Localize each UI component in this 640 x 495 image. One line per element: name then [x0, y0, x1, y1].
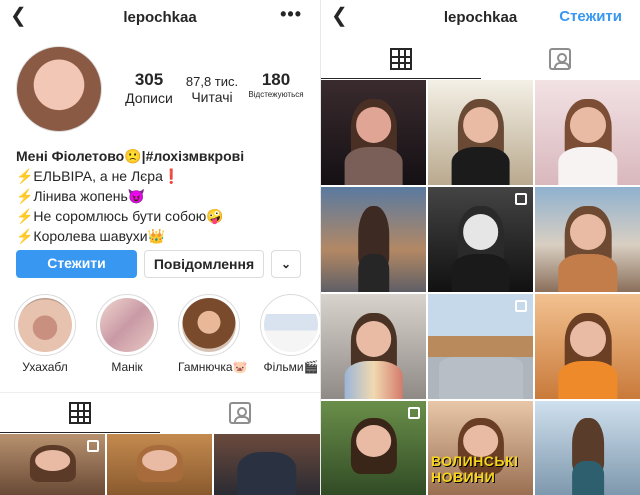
highlight-label: Ухахабл [22, 360, 68, 374]
post-thumbnail[interactable] [0, 434, 105, 495]
multiple-photos-icon [408, 407, 420, 419]
multiple-photos-icon [515, 193, 527, 205]
post-thumbnail[interactable] [535, 401, 640, 495]
post-thumbnail[interactable] [535, 187, 640, 292]
follow-button[interactable]: Стежити [16, 250, 137, 278]
suggestions-dropdown-button[interactable]: ⌄ [271, 250, 301, 278]
highlight-label: Манік [111, 360, 143, 374]
tab-posts-grid[interactable] [0, 393, 160, 433]
highlight-label: Фільми🎬 [263, 360, 319, 374]
follow-button[interactable]: Стежити [559, 8, 622, 25]
bio: Мені Фіолетово🙁|#лохізмвкрові ⚡ЕЛЬВІРА, … [16, 146, 244, 246]
followers-label: Читачі [191, 89, 233, 105]
bio-line: ⚡Не соромлюсь бути собою🤪 [16, 208, 224, 224]
following-count: 180 [261, 70, 291, 89]
bio-line: ⚡Королева шавухи👑 [16, 228, 165, 244]
followers-count: 87,8 тис. [185, 74, 239, 89]
highlight-item[interactable]: Фільми🎬 [260, 294, 320, 374]
bio-line: ⚡ЕЛЬВІРА, а не Лєра❗ [16, 168, 181, 184]
post-thumbnail[interactable] [428, 187, 533, 292]
following-label: Відстежуються [248, 90, 304, 99]
post-thumbnail[interactable] [321, 401, 426, 495]
multiple-photos-icon [515, 300, 527, 312]
followers-stat[interactable]: 87,8 тис. Читачі [182, 70, 242, 105]
posts-label: Дописи [125, 90, 173, 106]
posts-count: 305 [134, 70, 164, 89]
post-caption-overlay: ВОЛИНСЬКІ НОВИНИ [431, 453, 519, 485]
highlight-item[interactable]: Ухахабл [14, 294, 76, 374]
post-thumbnail[interactable] [214, 434, 320, 495]
post-thumbnail[interactable] [428, 294, 533, 399]
post-thumbnail[interactable] [107, 434, 212, 495]
profile-tabs [321, 39, 640, 79]
profile-screen-right: ❮ lepochkaa Стежити ВОЛИНСЬКІ НОВИНИ [320, 0, 640, 495]
post-thumbnail[interactable] [321, 294, 426, 399]
highlight-cover [18, 298, 72, 352]
post-thumbnail[interactable] [321, 187, 426, 292]
tab-tagged[interactable] [481, 39, 640, 79]
posts-stat[interactable]: 305 Дописи [120, 70, 178, 106]
multiple-photos-icon [87, 440, 99, 452]
post-thumbnail[interactable] [535, 294, 640, 399]
highlight-cover [100, 298, 154, 352]
username-title: lepochkaa [123, 9, 197, 26]
ellipsis-icon[interactable]: ••• [280, 4, 302, 25]
tab-tagged[interactable] [160, 393, 320, 433]
top-bar: ❮ lepochkaa Стежити [321, 0, 640, 36]
highlight-label: Гамнючка🐷 [178, 360, 248, 374]
following-stat[interactable]: 180 Відстежуються [246, 70, 306, 99]
post-thumbnail[interactable] [535, 80, 640, 185]
highlight-item[interactable]: Манік [96, 294, 158, 374]
grid-icon [69, 402, 91, 424]
grid-icon [389, 48, 412, 70]
bio-line: ⚡Лінива жопень😈 [16, 188, 146, 204]
chevron-down-icon: ⌄ [280, 257, 292, 271]
tagged-person-icon [229, 402, 251, 424]
profile-screen-left: ❮ lepochkaa ••• 305 Дописи 87,8 тис. Чит… [0, 0, 320, 495]
highlight-cover [182, 298, 236, 352]
avatar[interactable] [16, 46, 102, 132]
post-thumbnail[interactable] [321, 80, 426, 185]
post-thumbnail[interactable] [428, 80, 533, 185]
top-bar: ❮ lepochkaa ••• [0, 0, 320, 36]
profile-tabs [0, 392, 320, 433]
tagged-person-icon [549, 48, 572, 70]
bio-line: Мені Фіолетово🙁|#лохізмвкрові [16, 148, 245, 164]
post-thumbnail[interactable]: ВОЛИНСЬКІ НОВИНИ [428, 401, 533, 495]
highlight-item[interactable]: Гамнючка🐷 [178, 294, 248, 374]
message-button[interactable]: Повідомлення [144, 250, 264, 278]
highlight-cover [264, 298, 318, 352]
tab-posts-grid[interactable] [321, 39, 481, 79]
